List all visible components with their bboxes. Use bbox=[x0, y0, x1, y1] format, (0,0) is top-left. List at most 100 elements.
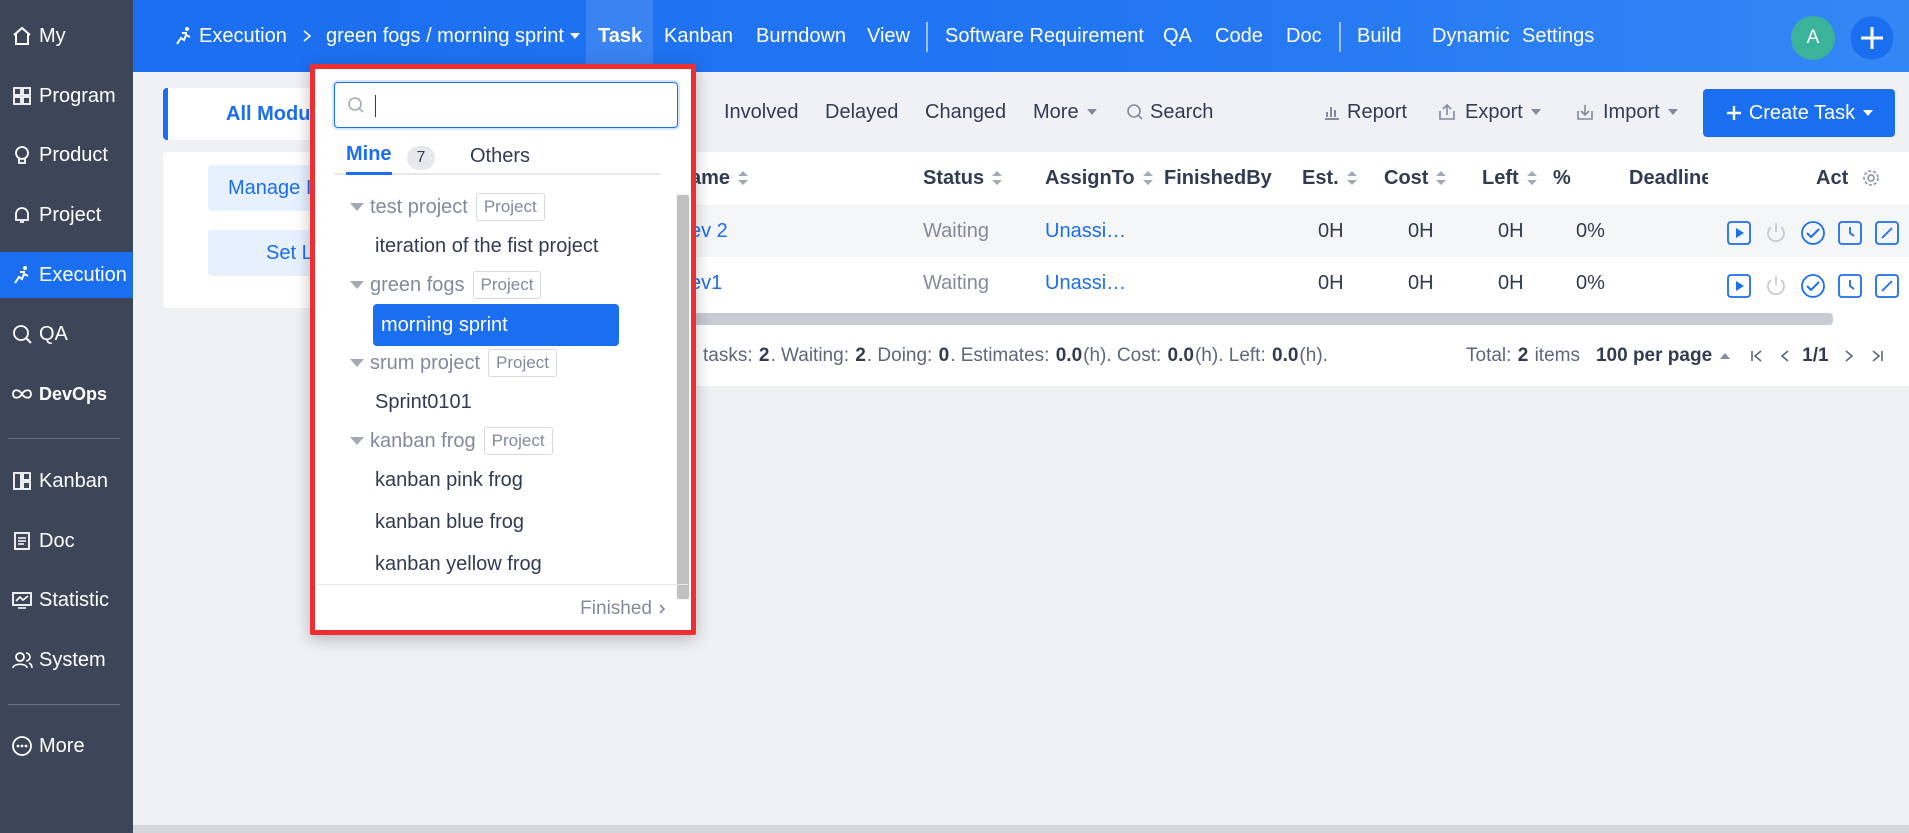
monitor-icon bbox=[9, 587, 35, 613]
per-page-select[interactable]: 100 per page bbox=[1596, 345, 1731, 367]
task-estimate: 0H bbox=[1318, 271, 1344, 294]
column-header-finishedby[interactable]: FinishedBy bbox=[1164, 160, 1272, 196]
tab-burndown[interactable]: Burndown bbox=[756, 0, 846, 72]
tab-task[interactable]: Task bbox=[598, 0, 642, 72]
tab-build[interactable]: Build bbox=[1357, 0, 1401, 72]
prev-page-icon[interactable] bbox=[1780, 349, 1790, 363]
global-add-button[interactable] bbox=[1850, 16, 1894, 60]
project-tag: Project bbox=[472, 271, 542, 299]
first-page-icon[interactable] bbox=[1750, 349, 1764, 363]
column-header-left[interactable]: Left bbox=[1482, 160, 1538, 196]
sidebar-item-system[interactable]: System bbox=[0, 638, 133, 682]
export-button[interactable]: Export bbox=[1437, 92, 1541, 132]
filter-more[interactable]: More bbox=[1033, 92, 1097, 132]
sidebar-item-label: More bbox=[39, 734, 85, 757]
breadcrumb-dropdown[interactable]: green fogs / morning sprint bbox=[326, 0, 580, 72]
dropdown-search-input[interactable] bbox=[375, 91, 665, 119]
task-cost: 0H bbox=[1408, 219, 1434, 242]
tab-mine[interactable]: Mine bbox=[346, 137, 392, 175]
execution-switcher[interactable]: Execution bbox=[173, 0, 287, 72]
tree-group-green-fogs[interactable]: green fogs Project bbox=[350, 268, 542, 302]
filter-involved[interactable]: Involved bbox=[724, 92, 799, 132]
sidebar-item-kanban[interactable]: Kanban bbox=[0, 459, 133, 503]
task-estimate: 0H bbox=[1318, 219, 1344, 242]
plus-icon bbox=[1725, 104, 1743, 122]
import-icon bbox=[1575, 102, 1595, 122]
column-header-est[interactable]: Est. bbox=[1302, 160, 1358, 196]
sidebar-item-qa[interactable]: QA bbox=[0, 312, 133, 356]
column-header-name[interactable]: ame bbox=[690, 160, 749, 196]
list-item-selected[interactable]: morning sprint bbox=[373, 304, 619, 346]
tab-others[interactable]: Others bbox=[470, 137, 530, 175]
column-header-cost[interactable]: Cost bbox=[1384, 160, 1447, 196]
clock-icon[interactable] bbox=[1837, 273, 1863, 299]
assign-to-link[interactable]: Unassi… bbox=[1045, 257, 1126, 309]
sidebar-item-devops[interactable]: DevOps bbox=[0, 372, 133, 416]
list-item[interactable]: Sprint0101 bbox=[375, 385, 472, 419]
search-toggle[interactable]: Search bbox=[1126, 92, 1213, 132]
tree-group-kanban-frog[interactable]: kanban frog Project bbox=[350, 424, 553, 458]
column-header-percent[interactable]: % bbox=[1553, 160, 1571, 196]
filter-changed[interactable]: Changed bbox=[925, 92, 1006, 132]
chevron-right-icon bbox=[301, 0, 313, 72]
sidebar-item-statistic[interactable]: Statistic bbox=[0, 578, 133, 622]
page-horizontal-scrollbar[interactable] bbox=[133, 825, 1909, 833]
column-header-deadline[interactable]: Deadline bbox=[1629, 160, 1708, 196]
caret-down-icon bbox=[350, 281, 364, 289]
start-icon[interactable] bbox=[1726, 273, 1752, 299]
execution-label: Execution bbox=[199, 24, 287, 47]
pagination: Total: 2 items 100 per page 1/1 bbox=[1466, 336, 1884, 376]
sidebar-item-my[interactable]: My bbox=[0, 14, 133, 58]
list-item[interactable]: kanban pink frog bbox=[375, 463, 523, 497]
create-task-button[interactable]: Create Task bbox=[1703, 89, 1895, 137]
sidebar-divider bbox=[8, 438, 120, 439]
list-item[interactable]: kanban blue frog bbox=[375, 505, 524, 539]
last-page-icon[interactable] bbox=[1870, 349, 1884, 363]
column-header-assignto[interactable]: AssignTo bbox=[1045, 160, 1154, 196]
sidebar-item-program[interactable]: Program bbox=[0, 74, 133, 118]
tab-view[interactable]: View bbox=[867, 0, 910, 72]
import-button[interactable]: Import bbox=[1575, 92, 1678, 132]
sidebar-item-label: Project bbox=[39, 203, 102, 226]
tab-software-requirement[interactable]: Software Requirement bbox=[945, 0, 1144, 72]
tab-settings[interactable]: Settings bbox=[1522, 0, 1594, 72]
tab-dynamic[interactable]: Dynamic bbox=[1432, 0, 1510, 72]
list-item[interactable]: iteration of the fist project bbox=[375, 229, 598, 263]
clock-icon[interactable] bbox=[1837, 220, 1863, 246]
tab-qa[interactable]: QA bbox=[1163, 0, 1192, 72]
sidebar-item-more[interactable]: More bbox=[0, 724, 133, 768]
search-icon bbox=[347, 96, 365, 114]
report-button[interactable]: Report bbox=[1323, 92, 1407, 132]
next-page-icon[interactable] bbox=[1844, 349, 1854, 363]
finished-link[interactable]: Finished bbox=[580, 595, 666, 623]
export-label: Export bbox=[1465, 100, 1523, 123]
dropdown-search-box[interactable] bbox=[334, 82, 678, 128]
more-label: More bbox=[1033, 100, 1079, 123]
finish-icon[interactable] bbox=[1800, 273, 1826, 299]
sidebar-item-label: System bbox=[39, 648, 106, 671]
avatar[interactable]: A bbox=[1791, 16, 1835, 60]
finish-icon[interactable] bbox=[1800, 220, 1826, 246]
sidebar-item-execution[interactable]: Execution bbox=[0, 252, 133, 298]
gear-icon[interactable] bbox=[1861, 160, 1881, 196]
start-icon[interactable] bbox=[1726, 220, 1752, 246]
filter-delayed[interactable]: Delayed bbox=[825, 92, 898, 132]
all-modules-tab[interactable]: All Modu bbox=[163, 88, 323, 140]
tab-kanban[interactable]: Kanban bbox=[664, 0, 733, 72]
assign-to-link[interactable]: Unassi… bbox=[1045, 205, 1126, 257]
list-item[interactable]: kanban yellow frog bbox=[375, 547, 542, 581]
column-header-status[interactable]: Status bbox=[923, 160, 1003, 196]
tree-group-srum-project[interactable]: srum project Project bbox=[350, 346, 557, 380]
tab-doc[interactable]: Doc bbox=[1286, 0, 1322, 72]
edit-icon[interactable] bbox=[1874, 273, 1900, 299]
sidebar-item-doc[interactable]: Doc bbox=[0, 519, 133, 563]
tab-code[interactable]: Code bbox=[1215, 0, 1263, 72]
edit-icon[interactable] bbox=[1874, 220, 1900, 246]
sidebar-item-project[interactable]: Project bbox=[0, 193, 133, 237]
sidebar-item-product[interactable]: Product bbox=[0, 133, 133, 177]
sidebar-item-label: Product bbox=[39, 143, 108, 166]
dropdown-scrollbar[interactable] bbox=[677, 195, 689, 599]
table-horizontal-scrollbar[interactable] bbox=[690, 313, 1833, 325]
caret-down-icon bbox=[350, 437, 364, 445]
tree-group-test-project[interactable]: test project Project bbox=[350, 190, 545, 224]
